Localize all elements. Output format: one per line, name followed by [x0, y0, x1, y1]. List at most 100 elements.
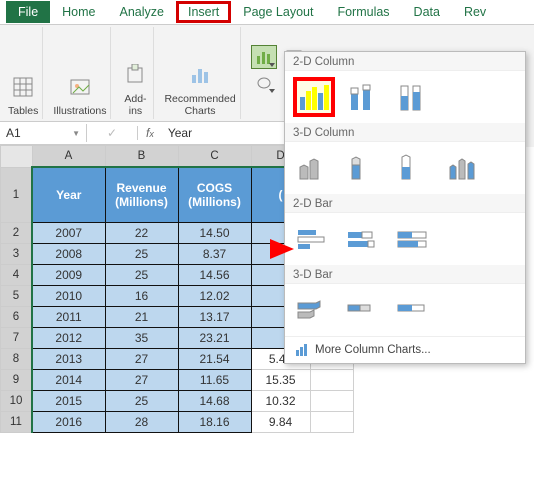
- table-row: 1020152514.6810.32: [1, 391, 354, 412]
- data-cell[interactable]: 11.65: [178, 370, 251, 391]
- ribbon-label: Illustrations: [53, 105, 106, 117]
- data-cell[interactable]: 13.17: [178, 307, 251, 328]
- formula-buttons: ✓: [87, 126, 138, 140]
- data-cell[interactable]: 14.56: [178, 265, 251, 286]
- cell-reference: A1: [6, 126, 21, 140]
- table-row: 920142711.6515.35: [1, 370, 354, 391]
- 3d-clustered-bar-option[interactable]: [293, 290, 335, 330]
- data-cell[interactable]: 2009: [32, 265, 105, 286]
- more-column-charts-option[interactable]: More Column Charts...: [285, 336, 525, 363]
- 3d-stacked-column-option[interactable]: [343, 148, 385, 188]
- data-cell[interactable]: 2014: [32, 370, 105, 391]
- column-chart-button[interactable]: [251, 45, 277, 69]
- data-cell[interactable]: 27: [105, 349, 178, 370]
- data-cell[interactable]: 9.84: [251, 412, 310, 433]
- data-cell[interactable]: 2010: [32, 286, 105, 307]
- fx-icon[interactable]: fx: [138, 126, 162, 140]
- row-header[interactable]: 3: [1, 244, 33, 265]
- tab-formulas[interactable]: Formulas: [325, 1, 401, 23]
- picture-icon: [66, 73, 94, 101]
- empty-cell[interactable]: [310, 370, 353, 391]
- data-cell[interactable]: 15.35: [251, 370, 310, 391]
- tab-analyze[interactable]: Analyze: [108, 1, 176, 23]
- 100-stacked-column-option[interactable]: [393, 77, 435, 117]
- data-cell[interactable]: 25: [105, 265, 178, 286]
- empty-cell[interactable]: [310, 412, 353, 433]
- data-cell[interactable]: 21: [105, 307, 178, 328]
- ribbon-group-tables[interactable]: Tables: [4, 27, 43, 119]
- 3d-100-stacked-bar-option[interactable]: [393, 290, 435, 330]
- data-cell[interactable]: 2016: [32, 412, 105, 433]
- data-cell[interactable]: 2011: [32, 307, 105, 328]
- data-cell[interactable]: 28: [105, 412, 178, 433]
- data-cell[interactable]: 23.21: [178, 328, 251, 349]
- row-header[interactable]: 11: [1, 412, 33, 433]
- col-header[interactable]: B: [105, 146, 178, 168]
- column-chart-icon: [295, 343, 309, 357]
- stacked-column-option[interactable]: [343, 77, 385, 117]
- row-header[interactable]: 9: [1, 370, 33, 391]
- col-header[interactable]: A: [32, 146, 105, 168]
- row-header[interactable]: 10: [1, 391, 33, 412]
- clustered-column-option[interactable]: [293, 77, 335, 117]
- data-cell[interactable]: 2013: [32, 349, 105, 370]
- ribbon-group-addins[interactable]: Add- ins: [117, 27, 154, 119]
- row-header[interactable]: 6: [1, 307, 33, 328]
- data-cell[interactable]: 27: [105, 370, 178, 391]
- data-cell[interactable]: 2012: [32, 328, 105, 349]
- data-cell[interactable]: 21.54: [178, 349, 251, 370]
- empty-cell[interactable]: [310, 391, 353, 412]
- tab-file[interactable]: File: [6, 1, 50, 23]
- tab-data[interactable]: Data: [402, 1, 452, 23]
- addins-icon: [121, 61, 149, 89]
- data-cell[interactable]: 18.16: [178, 412, 251, 433]
- column-chart-dropdown: 2-D Column 3-D Column 2-D Bar 3-D Bar: [284, 51, 526, 364]
- table-header-cell[interactable]: Revenue (Millions): [105, 167, 178, 223]
- select-all-corner[interactable]: [1, 146, 33, 168]
- clustered-bar-option[interactable]: [293, 219, 335, 259]
- row-header[interactable]: 7: [1, 328, 33, 349]
- ribbon-group-rec-charts[interactable]: Recommended Charts: [160, 27, 240, 119]
- ribbon-group-illustrations[interactable]: Illustrations: [49, 27, 111, 119]
- data-cell[interactable]: 35: [105, 328, 178, 349]
- row-header[interactable]: 5: [1, 286, 33, 307]
- data-cell[interactable]: 25: [105, 244, 178, 265]
- table-header-cell[interactable]: COGS (Millions): [178, 167, 251, 223]
- 100-stacked-bar-option[interactable]: [393, 219, 435, 259]
- data-cell[interactable]: 10.32: [251, 391, 310, 412]
- tab-insert[interactable]: Insert: [176, 1, 231, 23]
- data-cell[interactable]: 12.02: [178, 286, 251, 307]
- 3d-100-stacked-column-option[interactable]: [393, 148, 435, 188]
- row-header[interactable]: 1: [1, 167, 33, 223]
- map-chart-button[interactable]: [251, 71, 277, 95]
- ribbon-label: Add- ins: [124, 93, 146, 117]
- data-cell[interactable]: 22: [105, 223, 178, 244]
- tab-home[interactable]: Home: [50, 1, 107, 23]
- row-header[interactable]: 2: [1, 223, 33, 244]
- ribbon-label: Tables: [8, 105, 38, 117]
- tab-review[interactable]: Rev: [452, 1, 498, 23]
- table-header-cell[interactable]: Year: [32, 167, 105, 223]
- chevron-down-icon: ▼: [72, 129, 80, 138]
- data-cell[interactable]: 2008: [32, 244, 105, 265]
- name-box[interactable]: A1 ▼: [0, 124, 87, 142]
- 3d-stacked-bar-option[interactable]: [343, 290, 385, 330]
- stacked-bar-option[interactable]: [343, 219, 385, 259]
- table-icon: [9, 73, 37, 101]
- dropdown-section-header: 2-D Bar: [285, 194, 525, 213]
- data-cell[interactable]: 16: [105, 286, 178, 307]
- chevron-down-icon: [269, 63, 275, 67]
- dropdown-section-header: 2-D Column: [285, 52, 525, 71]
- data-cell[interactable]: 25: [105, 391, 178, 412]
- 3d-clustered-column-option[interactable]: [293, 148, 335, 188]
- data-cell[interactable]: 14.68: [178, 391, 251, 412]
- row-header[interactable]: 4: [1, 265, 33, 286]
- data-cell[interactable]: 2007: [32, 223, 105, 244]
- col-header[interactable]: C: [178, 146, 251, 168]
- data-cell[interactable]: 2015: [32, 391, 105, 412]
- 3d-column-option[interactable]: [443, 148, 485, 188]
- more-charts-label: More Column Charts...: [315, 344, 431, 356]
- row-header[interactable]: 8: [1, 349, 33, 370]
- recommended-charts-icon: [186, 61, 214, 89]
- tab-page-layout[interactable]: Page Layout: [231, 1, 325, 23]
